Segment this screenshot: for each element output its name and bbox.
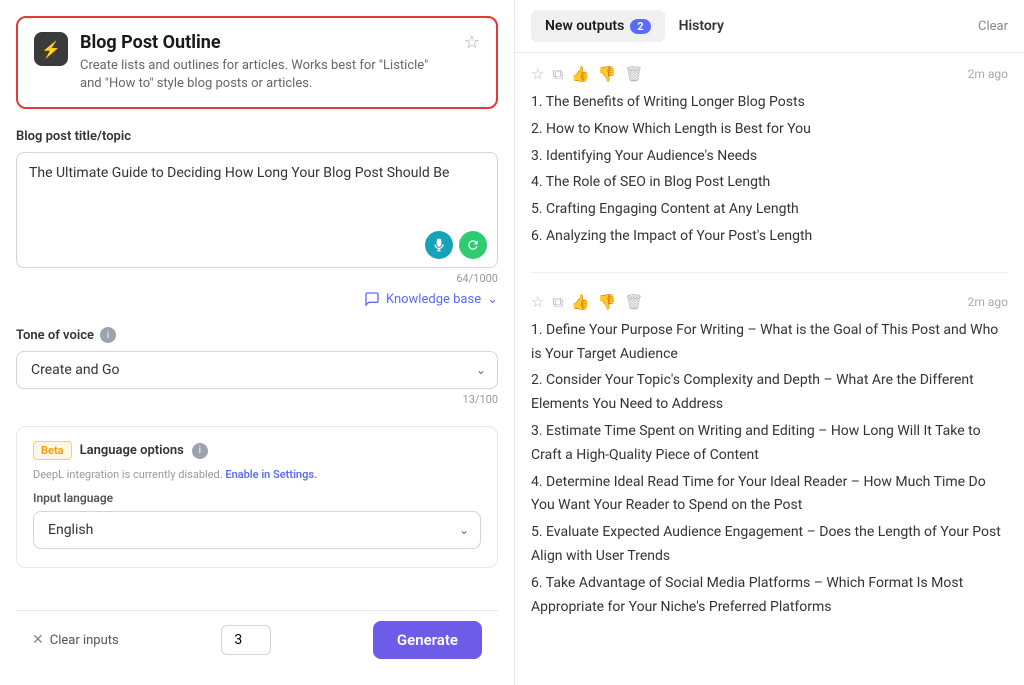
clear-inputs-button[interactable]: ✕ Clear inputs (32, 632, 119, 648)
new-outputs-label: New outputs (545, 18, 624, 34)
tab-history[interactable]: History (665, 10, 738, 42)
output-actions-2: ☆ ⧉ 👍 👎 🗑 (531, 293, 644, 311)
output-actions-1: ☆ ⧉ 👍 👎 🗑 (531, 65, 644, 83)
char-count: 64/1000 (16, 272, 498, 285)
knowledge-base-icon (364, 291, 380, 307)
output-item-2: ☆ ⧉ 👍 👎 🗑 2m ago 1. Define Your Purpose … (531, 293, 1008, 643)
delete-icon[interactable]: 🗑 (625, 293, 644, 311)
microphone-button[interactable] (425, 231, 453, 259)
output-line: 6. Analyzing the Impact of Your Post's L… (531, 225, 1008, 249)
output-line: 3. Identifying Your Audience's Needs (531, 145, 1008, 169)
tone-select[interactable]: Create and Go (16, 351, 498, 389)
output-line: 2. How to Know Which Length is Best for … (531, 118, 1008, 142)
tone-info-icon[interactable]: i (100, 327, 116, 343)
output-text-1: 1. The Benefits of Writing Longer Blog P… (531, 91, 1008, 249)
blog-post-input-wrapper: The Ultimate Guide to Deciding How Long … (16, 152, 498, 268)
output-item-1: ☆ ⧉ 👍 👎 🗑 2m ago 1. The Benefits of Writ… (531, 65, 1008, 273)
template-icon: ⚡ (34, 32, 68, 66)
left-content: ⚡ Blog Post Outline Create lists and out… (16, 16, 498, 610)
output-time-1: 2m ago (968, 67, 1008, 81)
output-line: 4. Determine Ideal Read Time for Your Id… (531, 471, 1008, 519)
tone-label: Tone of voice (16, 328, 94, 343)
output-line: 5. Crafting Engaging Content at Any Leng… (531, 198, 1008, 222)
input-language-select-wrapper: English ⌄ (33, 511, 481, 549)
output-meta-1: ☆ ⧉ 👍 👎 🗑 2m ago (531, 65, 1008, 83)
language-section: Beta Language options i DeepL integratio… (16, 426, 498, 568)
star-icon[interactable]: ☆ (531, 65, 544, 83)
template-card: ⚡ Blog Post Outline Create lists and out… (16, 16, 498, 109)
new-outputs-badge: 2 (630, 19, 650, 34)
knowledge-base-link[interactable]: Knowledge base ⌄ (16, 291, 498, 307)
language-options-title: Language options (80, 443, 184, 458)
input-language-label: Input language (33, 491, 481, 505)
copy-icon[interactable]: ⧉ (552, 65, 563, 83)
rewrite-button[interactable] (459, 231, 487, 259)
clear-button[interactable]: Clear (978, 19, 1008, 34)
language-info-icon[interactable]: i (192, 443, 208, 459)
output-line: 5. Evaluate Expected Audience Engagement… (531, 521, 1008, 569)
tone-label-row: Tone of voice i (16, 327, 498, 343)
output-time-2: 2m ago (968, 295, 1008, 309)
copy-icon[interactable]: ⧉ (552, 293, 563, 311)
history-label: History (679, 18, 724, 34)
right-panel: New outputs 2 History Clear ☆ ⧉ 👍 👎 🗑 2m… (515, 0, 1024, 685)
tone-select-wrapper: Create and Go ⌄ (16, 351, 498, 389)
blog-post-label: Blog post title/topic (16, 129, 498, 144)
tab-new-outputs[interactable]: New outputs 2 (531, 10, 665, 42)
template-info: Blog Post Outline Create lists and outli… (80, 32, 452, 93)
template-title: Blog Post Outline (80, 32, 452, 53)
lang-header: Beta Language options i (33, 441, 481, 460)
output-line: 2. Consider Your Topic's Complexity and … (531, 369, 1008, 417)
output-line: 1. Define Your Purpose For Writing – Wha… (531, 319, 1008, 367)
clear-inputs-label: Clear inputs (50, 633, 119, 648)
generate-button[interactable]: Generate (373, 621, 482, 659)
tone-char-count: 13/100 (16, 393, 498, 406)
bottom-bar: ✕ Clear inputs Generate (16, 610, 498, 669)
thumbsup-icon[interactable]: 👍 (571, 65, 590, 83)
lightning-icon: ⚡ (41, 40, 61, 59)
output-text-2: 1. Define Your Purpose For Writing – Wha… (531, 319, 1008, 620)
deepl-notice: DeepL integration is currently disabled.… (33, 468, 481, 481)
delete-icon[interactable]: 🗑 (625, 65, 644, 83)
thumbsdown-icon[interactable]: 👎 (598, 65, 617, 83)
blog-post-textarea[interactable]: The Ultimate Guide to Deciding How Long … (29, 163, 485, 227)
close-icon: ✕ (32, 632, 44, 648)
star-icon[interactable]: ☆ (531, 293, 544, 311)
template-desc: Create lists and outlines for articles. … (80, 57, 452, 93)
left-panel: ⚡ Blog Post Outline Create lists and out… (0, 0, 515, 685)
output-line: 3. Estimate Time Spent on Writing and Ed… (531, 420, 1008, 468)
enable-settings-link[interactable]: Enable in Settings. (225, 468, 317, 481)
input-language-select[interactable]: English (33, 511, 481, 549)
outputs-list: ☆ ⧉ 👍 👎 🗑 2m ago 1. The Benefits of Writ… (515, 53, 1024, 685)
knowledge-base-label: Knowledge base (386, 292, 481, 307)
output-line: 6. Take Advantage of Social Media Platfo… (531, 572, 1008, 620)
right-header: New outputs 2 History Clear (515, 0, 1024, 53)
outputs-count-input[interactable] (221, 625, 271, 655)
thumbsup-icon[interactable]: 👍 (571, 293, 590, 311)
output-line: 1. The Benefits of Writing Longer Blog P… (531, 91, 1008, 115)
textarea-actions (425, 231, 487, 259)
bookmark-icon[interactable]: ☆ (464, 32, 480, 53)
output-meta-2: ☆ ⧉ 👍 👎 🗑 2m ago (531, 293, 1008, 311)
thumbsdown-icon[interactable]: 👎 (598, 293, 617, 311)
outputs-counter (221, 625, 271, 655)
output-line: 4. The Role of SEO in Blog Post Length (531, 171, 1008, 195)
knowledge-base-chevron: ⌄ (487, 292, 498, 307)
beta-badge: Beta (33, 441, 72, 460)
